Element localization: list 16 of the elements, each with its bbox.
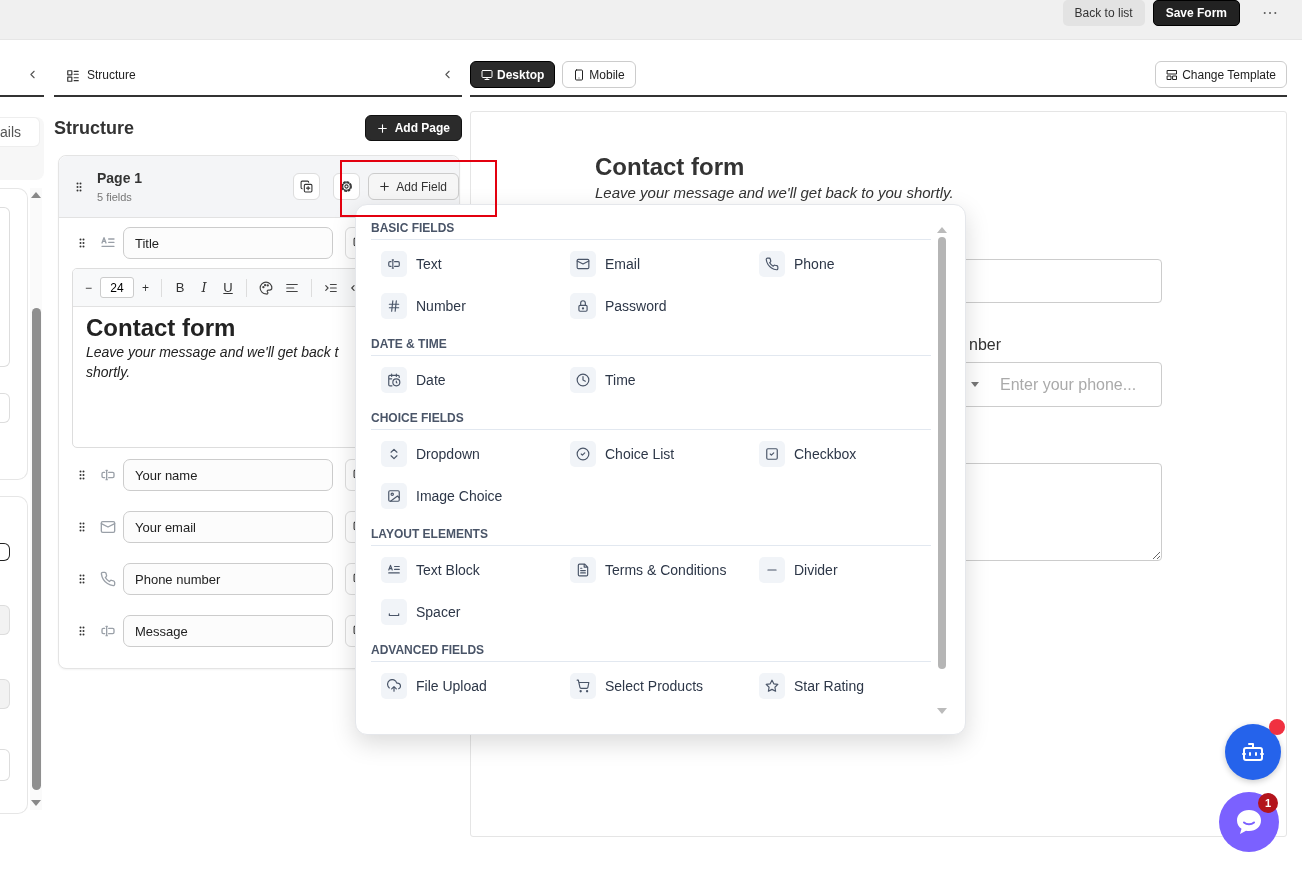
section-header: BASIC FIELDS bbox=[371, 221, 931, 240]
panel-title: Structure bbox=[87, 67, 136, 84]
editor-text: shortly. bbox=[86, 363, 131, 382]
section-header: LAYOUT ELEMENTS bbox=[371, 527, 931, 546]
form-subtitle: Leave your message and we'll get back to you shortly. bbox=[595, 184, 955, 201]
section-header: CHOICE FIELDS bbox=[371, 411, 931, 430]
field-label: nber bbox=[969, 336, 1002, 354]
field-count: 5 fields bbox=[97, 191, 133, 203]
section-header: ADVANCED FIELDS bbox=[371, 643, 931, 662]
page-title: Page 1 bbox=[97, 170, 144, 186]
section-heading: Structure bbox=[54, 117, 134, 139]
editor-heading: Contact form bbox=[86, 314, 237, 342]
form-title: Contact form bbox=[595, 152, 746, 182]
notification-badge: 1 bbox=[1258, 793, 1278, 813]
editor-text: Leave your message and we'll get back t bbox=[86, 343, 339, 362]
section-header: DATE & TIME bbox=[371, 337, 931, 356]
